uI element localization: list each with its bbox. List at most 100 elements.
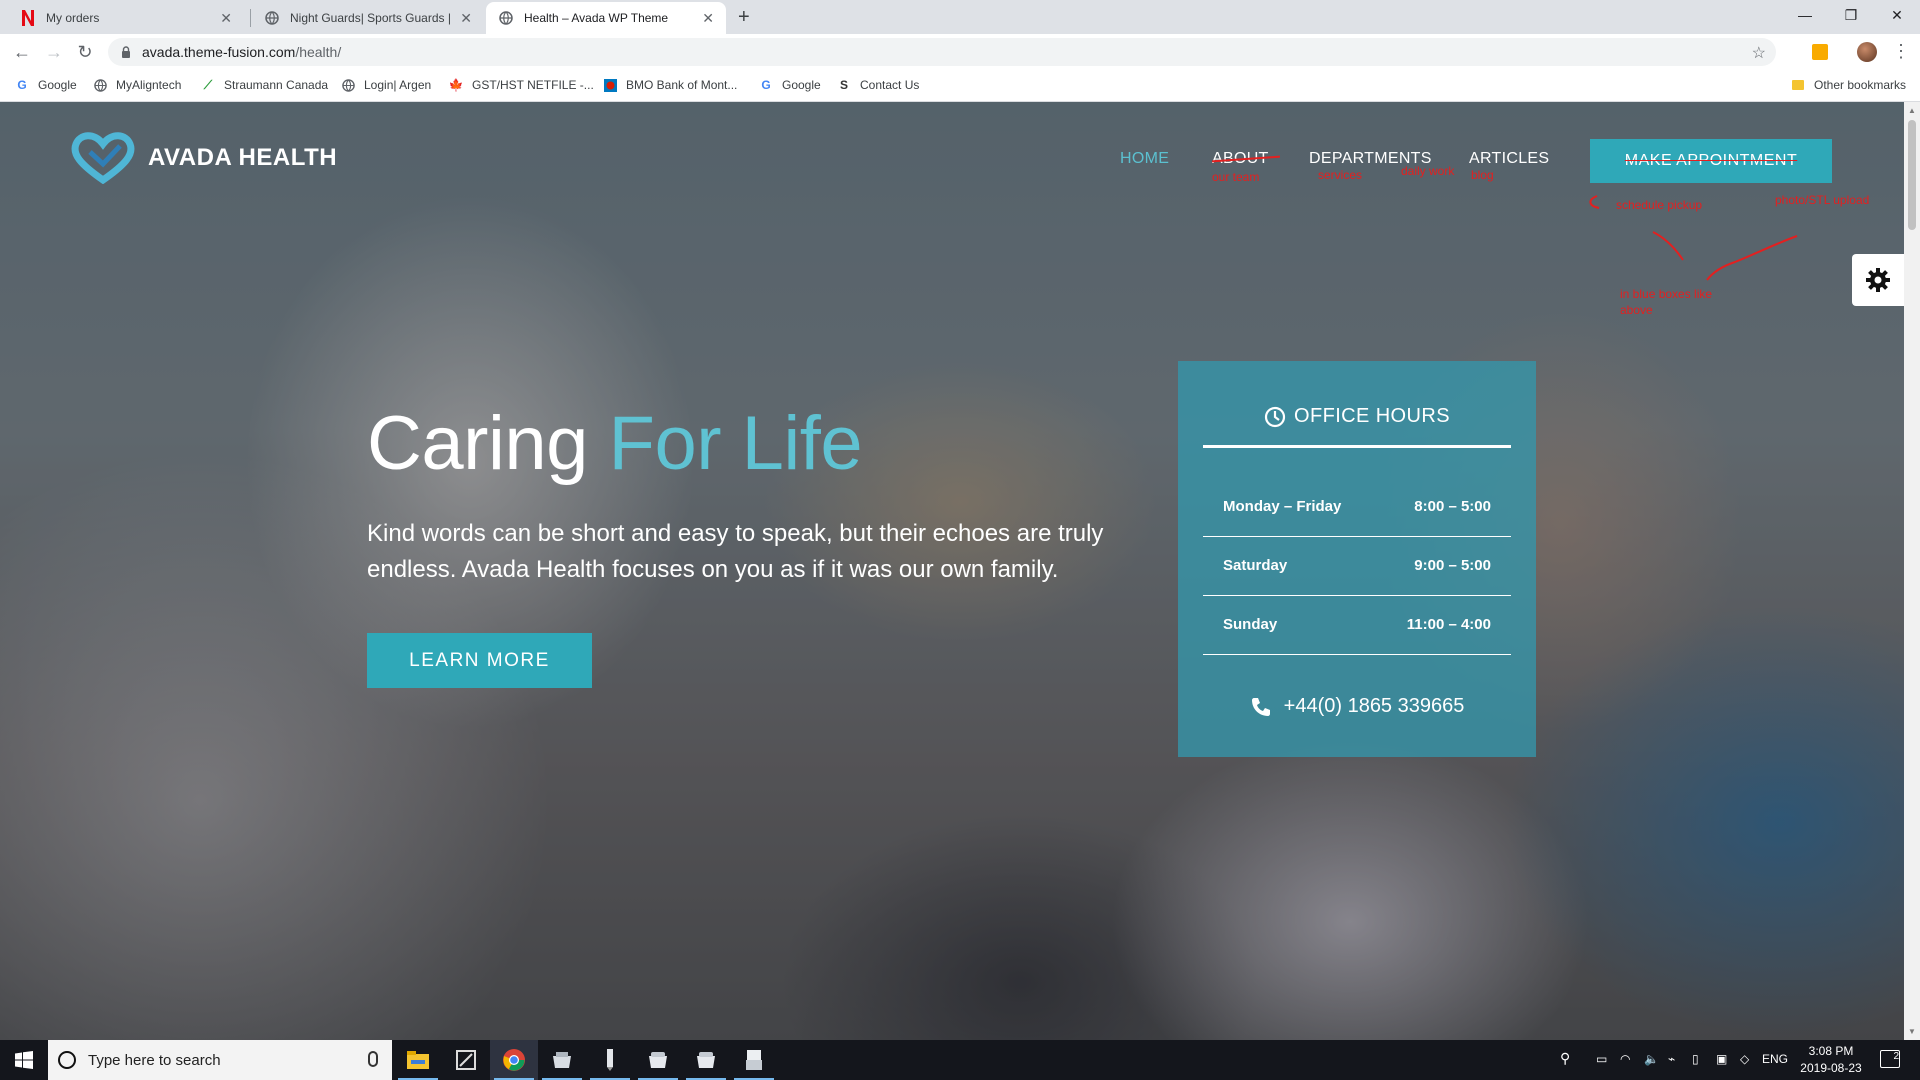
bookmark-argen[interactable]: Login| Argen <box>340 77 431 93</box>
bookmark-star-icon[interactable]: ☆ <box>1752 43 1766 63</box>
globe-icon <box>264 10 280 26</box>
clock-icon <box>1264 406 1286 427</box>
bookmark-myaligntech[interactable]: MyAligntech <box>92 77 181 93</box>
tab-my-orders[interactable]: My orders ✕ <box>8 2 244 34</box>
row-divider <box>1203 654 1511 655</box>
volume-icon[interactable]: 🔈 <box>1644 1052 1659 1066</box>
new-tab-button[interactable]: + <box>738 6 750 29</box>
restore-icon[interactable]: ❐ <box>1828 0 1874 30</box>
annotation-daily-work: daily work <box>1401 164 1455 178</box>
row-divider <box>1203 595 1511 596</box>
printer-app-icon[interactable] <box>730 1040 778 1080</box>
usb-icon[interactable]: ⌁ <box>1668 1052 1675 1066</box>
globe-icon <box>92 77 108 93</box>
profile-avatar[interactable] <box>1857 42 1877 62</box>
hero-title: Caring For Life <box>367 401 863 486</box>
reload-icon[interactable]: ↻ <box>73 40 97 64</box>
google-icon: G <box>761 78 771 92</box>
menu-kebab-icon[interactable]: ⋮ <box>1892 41 1910 62</box>
close-tab-icon[interactable]: ✕ <box>220 10 232 27</box>
close-tab-icon[interactable]: ✕ <box>702 10 714 27</box>
annotation-arrows <box>1589 195 1798 281</box>
dental-app-2-icon[interactable] <box>682 1040 730 1080</box>
link-icon: S <box>839 78 848 92</box>
battery-icon[interactable]: ▯ <box>1692 1052 1699 1066</box>
heart-logo-icon <box>71 132 135 184</box>
dental-app-icon[interactable] <box>634 1040 682 1080</box>
microphone-icon[interactable] <box>368 1051 378 1067</box>
page-scrollbar[interactable]: ▲ ▼ <box>1904 102 1920 1040</box>
make-appointment-button[interactable]: MAKE APPOINTMENT <box>1590 139 1832 183</box>
snipping-tool-icon[interactable] <box>442 1040 490 1080</box>
bookmark-gst-netfile[interactable]: 🍁 GST/HST NETFILE -... <box>448 77 594 93</box>
display-icon[interactable]: ▣ <box>1716 1052 1727 1066</box>
tab-night-guards[interactable]: Night Guards| Sports Guards | Ne ✕ <box>252 2 484 34</box>
gear-icon <box>1866 268 1890 292</box>
network-icon[interactable]: ▭ <box>1596 1052 1607 1066</box>
tab-divider <box>250 9 251 27</box>
address-bar[interactable]: avada.theme-fusion.com/health/ ☆ <box>108 38 1776 66</box>
row-divider <box>1203 536 1511 537</box>
bookmark-bmo[interactable]: BMO Bank of Mont... <box>602 77 737 93</box>
notification-center-icon[interactable]: 2 <box>1880 1050 1900 1068</box>
tab-health-avada[interactable]: Health – Avada WP Theme ✕ <box>486 2 726 34</box>
pen-app-icon[interactable] <box>586 1040 634 1080</box>
wifi-icon[interactable]: ◠ <box>1620 1052 1630 1066</box>
taskbar-search-input[interactable]: Type here to search <box>48 1040 392 1080</box>
straumann-icon: ⟋ <box>203 77 213 92</box>
extension-icon[interactable] <box>1812 44 1828 60</box>
close-window-icon[interactable]: ✕ <box>1874 0 1920 30</box>
chrome-icon[interactable] <box>490 1040 538 1080</box>
scroll-up-icon[interactable]: ▲ <box>1908 106 1916 115</box>
other-bookmarks[interactable]: Other bookmarks <box>1790 77 1906 93</box>
back-arrow-icon[interactable]: ← <box>10 40 34 64</box>
annotation-about: our team <box>1212 170 1260 184</box>
people-icon[interactable]: ⚲ <box>1560 1050 1570 1067</box>
windows-start-button[interactable] <box>0 1040 48 1080</box>
hours-row: Monday – Friday 8:00 – 5:00 <box>1223 498 1491 515</box>
scanner-app-icon[interactable] <box>538 1040 586 1080</box>
site-logo[interactable]: AVADA HEALTH <box>70 132 337 184</box>
lock-icon <box>122 46 130 58</box>
nav-home[interactable]: HOME <box>1120 150 1169 168</box>
forward-arrow-icon[interactable]: → <box>42 40 66 64</box>
office-hours-panel: OFFICE HOURS Monday – Friday 8:00 – 5:00 … <box>1178 361 1536 757</box>
language-indicator[interactable]: ENG <box>1762 1052 1788 1066</box>
bookmark-straumann[interactable]: ⟋ Straumann Canada <box>200 77 328 93</box>
windows-logo-icon <box>15 1051 33 1069</box>
windows-taskbar: Type here to search ⚲ ▭ ◠ 🔈 ⌁ ▯ ▣ ◇ ENG … <box>0 1040 1920 1080</box>
bookmarks-bar: G Google MyAligntech ⟋ Straumann Canada Lo… <box>0 70 1920 102</box>
annotation-articles: blog <box>1471 168 1494 182</box>
scroll-down-icon[interactable]: ▼ <box>1908 1027 1916 1036</box>
browser-toolbar: ← → ↻ avada.theme-fusion.com/health/ ☆ ⋮ <box>0 34 1920 70</box>
url-text: avada.theme-fusion.com/health/ <box>142 44 342 60</box>
office-hours-heading: OFFICE HOURS <box>1178 405 1536 428</box>
globe-icon <box>340 77 356 93</box>
file-explorer-icon[interactable] <box>394 1040 442 1080</box>
annotation-note-2: above <box>1620 303 1653 317</box>
dropbox-icon[interactable]: ◇ <box>1740 1052 1749 1066</box>
bookmark-contact-us[interactable]: S Contact Us <box>836 77 919 93</box>
settings-gear-button[interactable] <box>1852 254 1904 306</box>
tab-strip: My orders ✕ Night Guards| Sports Guards … <box>0 0 1920 34</box>
system-clock[interactable]: 3:08 PM 2019-08-23 <box>1796 1043 1866 1077</box>
close-tab-icon[interactable]: ✕ <box>460 10 472 27</box>
heading-underline <box>1203 445 1511 448</box>
hours-row: Sunday 11:00 – 4:00 <box>1223 616 1491 633</box>
netflix-n-icon <box>20 10 36 26</box>
nav-articles[interactable]: ARTICLES <box>1469 150 1549 168</box>
bookmark-google-2[interactable]: G Google <box>758 77 820 93</box>
hero-subtitle: Kind words can be short and easy to spea… <box>367 520 1104 583</box>
google-icon: G <box>17 78 27 92</box>
annotation-departments: services <box>1318 168 1363 182</box>
learn-more-button[interactable]: LEARN MORE <box>367 633 592 688</box>
maple-leaf-icon: 🍁 <box>448 78 464 92</box>
minimize-icon[interactable]: — <box>1782 0 1828 30</box>
bookmark-google[interactable]: G Google <box>14 77 76 93</box>
hours-row: Saturday 9:00 – 5:00 <box>1223 557 1491 574</box>
globe-icon <box>498 10 514 26</box>
bmo-icon <box>602 77 618 93</box>
cortana-icon <box>58 1051 76 1069</box>
scrollbar-thumb[interactable] <box>1908 120 1916 230</box>
phone-number[interactable]: +44(0) 1865 339665 <box>1178 695 1536 718</box>
